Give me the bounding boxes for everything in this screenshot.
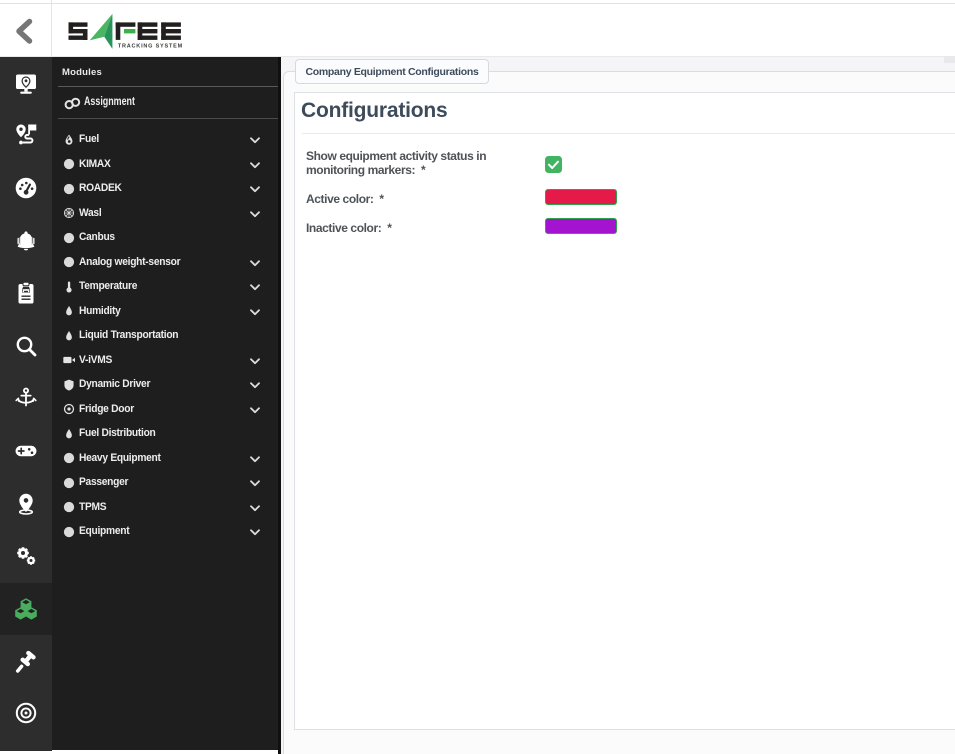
svg-text:TRACKING SYSTEM: TRACKING SYSTEM [118, 44, 183, 50]
